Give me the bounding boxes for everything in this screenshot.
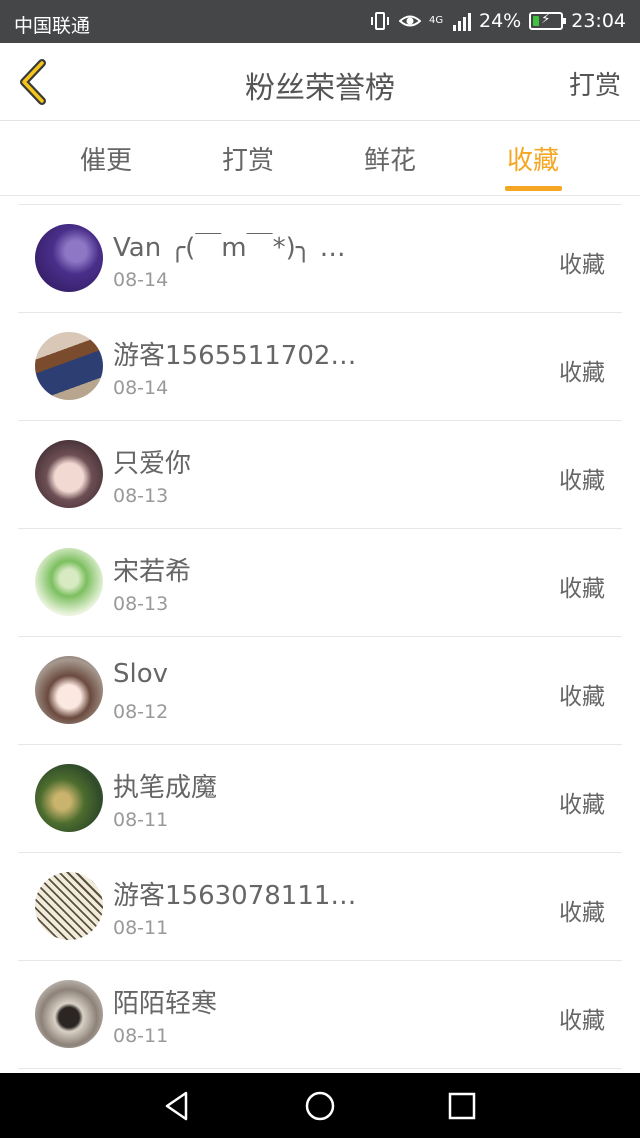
user-name: 游客1563078111… bbox=[113, 881, 357, 911]
circle-home-icon bbox=[305, 1091, 335, 1121]
list-item[interactable]: Van ╭(￣m￣*)╮ … 08-14 收藏 bbox=[18, 205, 622, 313]
eye-icon bbox=[399, 10, 421, 32]
status-icons: 4G 24% ⚡ 23:04 bbox=[369, 10, 626, 32]
status-bar: 中国联通 4G 24% ⚡ 23:04 bbox=[0, 0, 640, 43]
vibrate-icon bbox=[369, 10, 391, 32]
action-label: 收藏 bbox=[559, 684, 605, 710]
user-name: 执笔成魔 bbox=[113, 773, 218, 803]
nav-recents-button[interactable] bbox=[445, 1089, 479, 1123]
tab-urge[interactable]: 催更 bbox=[56, 140, 156, 177]
active-tab-indicator bbox=[505, 186, 562, 191]
user-name: 游客1565511702… bbox=[113, 341, 357, 371]
action-label: 收藏 bbox=[559, 900, 605, 926]
action-label: 收藏 bbox=[559, 576, 605, 602]
nav-home-button[interactable] bbox=[303, 1089, 337, 1123]
fan-list: Van ╭(￣m￣*)╮ … 08-14 收藏 游客1565511702… 08… bbox=[18, 204, 622, 1069]
user-name: Van ╭(￣m￣*)╮ … bbox=[113, 233, 346, 263]
list-item[interactable]: 游客1565511702… 08-14 收藏 bbox=[18, 313, 622, 421]
date: 08-12 bbox=[113, 701, 169, 723]
list-item[interactable]: Slov 08-12 收藏 bbox=[18, 637, 622, 745]
carrier-name: 中国联通 bbox=[14, 15, 91, 37]
avatar bbox=[35, 224, 103, 292]
signal-icon bbox=[453, 11, 471, 31]
action-label: 收藏 bbox=[559, 252, 605, 278]
avatar bbox=[35, 656, 103, 724]
avatar bbox=[35, 872, 103, 940]
square-recents-icon bbox=[448, 1092, 476, 1120]
reward-button[interactable]: 打赏 bbox=[569, 65, 621, 102]
list-item[interactable]: 执笔成魔 08-11 收藏 bbox=[18, 745, 622, 853]
triangle-back-icon bbox=[165, 1091, 188, 1121]
battery-fill bbox=[533, 16, 540, 26]
avatar bbox=[35, 548, 103, 616]
app-header: 粉丝荣誉榜 打赏 bbox=[0, 43, 640, 121]
action-label: 收藏 bbox=[559, 360, 605, 386]
action-label: 收藏 bbox=[559, 468, 605, 494]
list-item[interactable]: 宋若希 08-13 收藏 bbox=[18, 529, 622, 637]
page-title: 粉丝荣誉榜 bbox=[245, 71, 395, 106]
network-type: 4G bbox=[429, 15, 444, 26]
battery-icon: ⚡ bbox=[529, 12, 567, 30]
date: 08-14 bbox=[113, 377, 169, 399]
date: 08-11 bbox=[113, 917, 169, 939]
tab-flowers[interactable]: 鲜花 bbox=[340, 140, 440, 177]
tab-favorites[interactable]: 收藏 bbox=[483, 140, 583, 177]
tab-reward[interactable]: 打赏 bbox=[198, 140, 298, 177]
date: 08-11 bbox=[113, 1025, 169, 1047]
user-name: Slov bbox=[113, 659, 169, 689]
battery-percent: 24% bbox=[479, 10, 522, 32]
user-name: 宋若希 bbox=[113, 557, 192, 587]
tab-bar: 催更 打赏 鲜花 收藏 bbox=[0, 122, 640, 196]
avatar bbox=[35, 980, 103, 1048]
user-name: 陌陌轻寒 bbox=[113, 989, 218, 1019]
avatar bbox=[35, 332, 103, 400]
list-item[interactable]: 只爱你 08-13 收藏 bbox=[18, 421, 622, 529]
avatar bbox=[35, 440, 103, 508]
clock: 23:04 bbox=[571, 10, 626, 32]
user-name: 只爱你 bbox=[113, 449, 192, 479]
date: 08-13 bbox=[113, 593, 169, 615]
date: 08-14 bbox=[113, 269, 169, 291]
list-item[interactable]: 陌陌轻寒 08-11 收藏 bbox=[18, 961, 622, 1069]
date: 08-13 bbox=[113, 485, 169, 507]
action-label: 收藏 bbox=[559, 1008, 605, 1034]
nav-back-button[interactable] bbox=[160, 1089, 194, 1123]
date: 08-11 bbox=[113, 809, 169, 831]
system-nav-bar bbox=[0, 1073, 640, 1138]
avatar bbox=[35, 764, 103, 832]
action-label: 收藏 bbox=[559, 792, 605, 818]
list-item[interactable]: 游客1563078111… 08-11 收藏 bbox=[18, 853, 622, 961]
charging-bolt-icon: ⚡ bbox=[541, 12, 551, 27]
